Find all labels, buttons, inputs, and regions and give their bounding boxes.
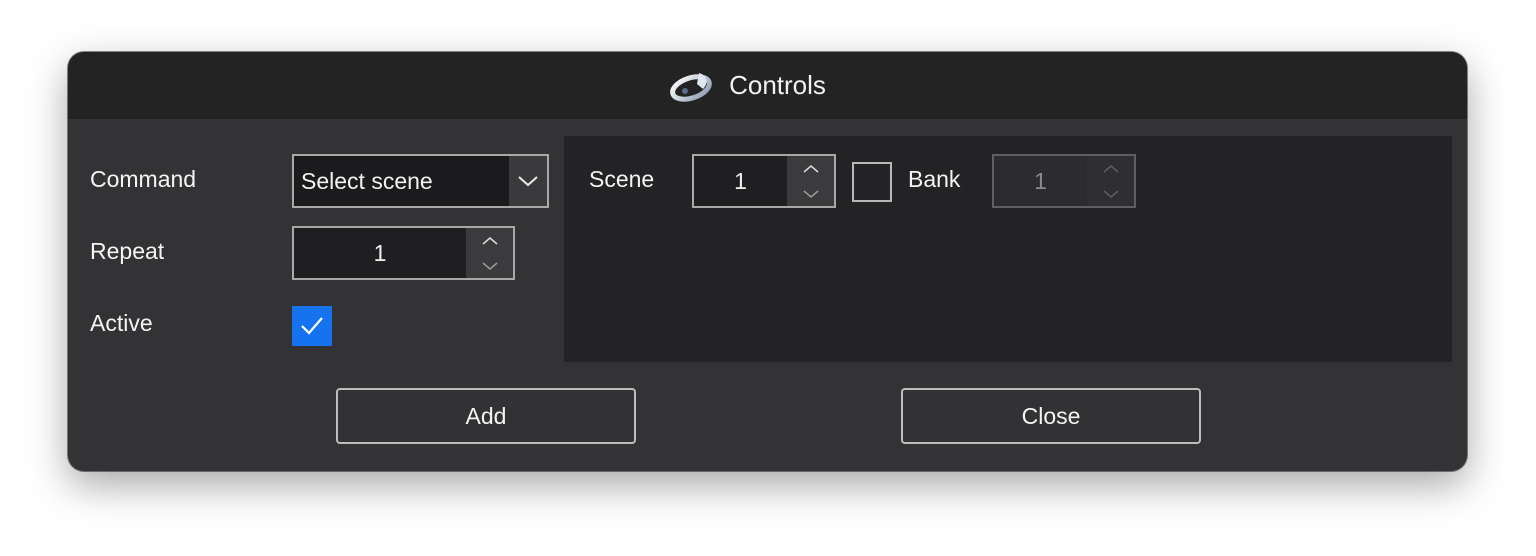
close-button[interactable]: Close xyxy=(901,388,1201,444)
app-logo-icon xyxy=(669,69,715,103)
title-bar[interactable]: Controls xyxy=(68,52,1467,119)
command-dropdown[interactable]: Select scene xyxy=(292,154,549,208)
bank-label: Bank xyxy=(908,166,961,192)
scene-value[interactable]: 1 xyxy=(694,156,787,206)
scene-spin-buttons xyxy=(787,156,834,206)
repeat-spinbox[interactable]: 1 xyxy=(292,226,515,280)
checkmark-icon xyxy=(301,317,323,335)
chevron-up-icon xyxy=(1087,156,1134,181)
scene-label: Scene xyxy=(589,166,655,192)
chevron-up-icon[interactable] xyxy=(466,228,513,253)
active-checkbox[interactable] xyxy=(292,306,332,346)
bank-value: 1 xyxy=(1034,168,1047,194)
chevron-down-icon[interactable] xyxy=(509,156,547,206)
chevron-down-icon[interactable] xyxy=(466,253,513,278)
window-title: Controls xyxy=(729,70,826,100)
repeat-label: Repeat xyxy=(90,238,165,264)
active-label: Active xyxy=(90,310,153,336)
scene-spinbox[interactable]: 1 xyxy=(692,154,836,208)
chevron-up-icon[interactable] xyxy=(787,156,834,181)
bank-spin-buttons xyxy=(1087,156,1134,206)
bank-spinbox: 1 xyxy=(992,154,1136,208)
repeat-spin-buttons xyxy=(466,228,513,278)
chevron-down-icon xyxy=(1087,181,1134,206)
controls-dialog: Controls Command Select scene Repeat 1 A… xyxy=(68,52,1467,471)
command-value: Select scene xyxy=(301,168,433,194)
bank-checkbox[interactable] xyxy=(852,162,892,202)
repeat-value[interactable]: 1 xyxy=(294,228,466,278)
chevron-down-icon[interactable] xyxy=(787,181,834,206)
command-label: Command xyxy=(90,166,197,192)
add-button[interactable]: Add xyxy=(336,388,636,444)
